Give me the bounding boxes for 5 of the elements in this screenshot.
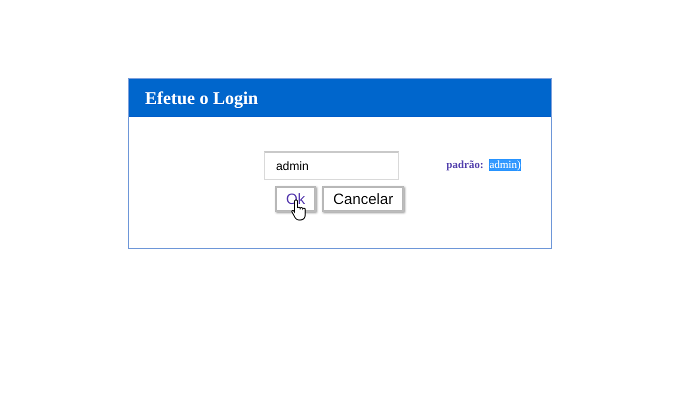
hint-label: padrão: [446, 159, 484, 171]
hint-value: admin) [489, 159, 521, 171]
login-field[interactable]: admin [264, 151, 399, 180]
dialog-title: Efetue o Login [145, 88, 258, 108]
cancel-button[interactable]: Cancelar [322, 186, 404, 212]
